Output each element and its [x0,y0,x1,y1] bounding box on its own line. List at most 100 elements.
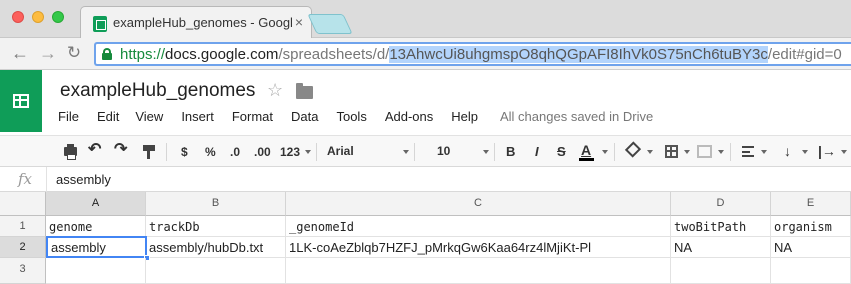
url-host: docs.google.com [165,46,279,63]
cell-a2[interactable]: assembly [46,236,147,258]
toolbar-divider [316,143,317,161]
chevron-down-icon [684,150,690,154]
increase-decimals-button[interactable]: .00 [254,144,271,160]
url-path-suffix: /edit#gid=0 [767,46,842,63]
menu-file[interactable]: File [58,107,79,127]
vertical-align-icon[interactable]: ↓ [784,143,791,159]
toolbar-divider [730,143,731,161]
url-text: https://docs.google.com/spreadsheets/d/1… [120,46,842,63]
row-header-1[interactable]: 1 [0,216,46,237]
column-header-b[interactable]: B [146,192,286,216]
menu-format[interactable]: Format [232,107,273,127]
percent-format-button[interactable]: % [205,144,216,160]
navigation-bar: ← → ↻ https://docs.google.com/spreadshee… [0,38,851,70]
formula-bar: fx assembly [0,167,851,192]
document-title[interactable]: exampleHub_genomes [60,80,255,102]
font-family-dropdown[interactable]: Arial [327,144,354,158]
menu-data[interactable]: Data [291,107,318,127]
menu-view[interactable]: View [135,107,163,127]
print-icon[interactable] [64,144,77,160]
url-scheme: https:// [120,46,166,63]
cell-d3[interactable] [671,258,771,284]
currency-format-button[interactable]: $ [181,144,188,160]
strikethrough-button[interactable]: S [557,144,566,160]
cell-b1[interactable]: trackDb [146,216,286,237]
formula-divider [46,167,47,192]
cell-a1[interactable]: genome [46,216,146,237]
forward-icon[interactable]: → [38,43,58,63]
new-tab-button[interactable] [307,14,353,34]
tab-title: exampleHub_genomes - Google Sheets [113,15,293,30]
folder-icon[interactable] [296,83,313,99]
chevron-down-icon [647,150,653,154]
url-selected-doc-id: 13AhwcUi8uhgmspO8qhQGpAFI8IhVk0S75nCh6tu… [389,46,768,63]
font-size-dropdown[interactable]: 10 [437,144,450,158]
address-bar[interactable]: https://docs.google.com/spreadsheets/d/1… [94,42,851,66]
row-header-3[interactable]: 3 [0,258,46,284]
more-formats-dropdown[interactable]: 123 [280,144,300,160]
cell-a3[interactable] [46,258,146,284]
sheets-favicon-icon [93,16,107,32]
menu-bar: File Edit View Insert Format Data Tools … [58,107,653,127]
horizontal-align-icon[interactable] [742,146,754,157]
sheets-logo-icon [13,94,29,108]
column-header-a[interactable]: A [46,192,146,216]
fill-color-icon[interactable] [624,141,642,158]
menu-tools[interactable]: Tools [336,107,366,127]
column-header-c[interactable]: C [286,192,671,216]
toolbar-divider [414,143,415,161]
cell-b2[interactable]: assembly/hubDb.txt [146,237,286,258]
menu-insert[interactable]: Insert [181,107,214,127]
redo-icon[interactable]: ↷ [114,142,127,158]
chevron-down-icon [802,150,808,154]
merge-cells-icon[interactable] [697,145,712,158]
menu-help[interactable]: Help [451,107,478,127]
text-color-button[interactable]: A [578,142,595,161]
spreadsheet-grid: A B C D E 1 2 3 genome trackDb _genomeId… [0,192,851,284]
maximize-window-button[interactable] [52,11,64,23]
cell-d2[interactable]: NA [671,237,771,258]
italic-button[interactable]: I [535,144,539,160]
tab-close-icon[interactable]: × [295,14,303,30]
bold-button[interactable]: B [506,144,515,160]
formula-input[interactable]: assembly [56,172,111,187]
menu-addons[interactable]: Add-ons [385,107,433,127]
column-header-d[interactable]: D [671,192,771,216]
close-window-button[interactable] [12,11,24,23]
chevron-down-icon [305,150,311,154]
function-icon: fx [18,170,33,188]
browser-tab-active[interactable]: exampleHub_genomes - Google Sheets × [80,6,312,39]
cell-e2[interactable]: NA [771,237,851,258]
column-header-e[interactable]: E [771,192,851,216]
lock-icon [102,48,112,60]
formatting-toolbar: ↶ ↷ $ % .0 .00 123 Arial 10 B I S A ↓ |→ [0,135,851,167]
chevron-down-icon [483,150,489,154]
toolbar-divider [494,143,495,161]
cell-c1[interactable]: _genomeId [286,216,671,237]
select-all-corner[interactable] [0,192,46,216]
star-icon[interactable]: ☆ [267,80,283,101]
undo-icon[interactable]: ↶ [88,142,101,158]
url-path-prefix: /spreadsheets/d/ [278,46,390,63]
paint-format-icon[interactable] [143,145,155,159]
toolbar-divider [614,143,615,161]
save-status[interactable]: All changes saved in Drive [500,107,653,127]
browser-titlebar: exampleHub_genomes - Google Sheets × [0,0,851,39]
cell-c3[interactable] [286,258,671,284]
cell-e1[interactable]: organism [771,216,851,237]
cell-d1[interactable]: twoBitPath [671,216,771,237]
row-header-2[interactable]: 2 [0,237,46,258]
menu-edit[interactable]: Edit [97,107,119,127]
cell-b3[interactable] [146,258,286,284]
sheets-home-logo[interactable] [0,70,42,132]
decrease-decimals-button[interactable]: .0 [230,144,240,160]
cell-c2[interactable]: 1LK-coAeZblqb7HZFJ_pMrkqGw6Kaa64rz4lMjiK… [286,237,671,258]
minimize-window-button[interactable] [32,11,44,23]
chevron-down-icon [841,150,847,154]
toolbar-divider [166,143,167,161]
back-icon[interactable]: ← [10,43,30,63]
reload-icon[interactable]: ↻ [64,43,84,63]
borders-icon[interactable] [665,145,678,158]
cell-e3[interactable] [771,258,851,284]
text-wrap-icon[interactable]: |→ [818,143,836,159]
